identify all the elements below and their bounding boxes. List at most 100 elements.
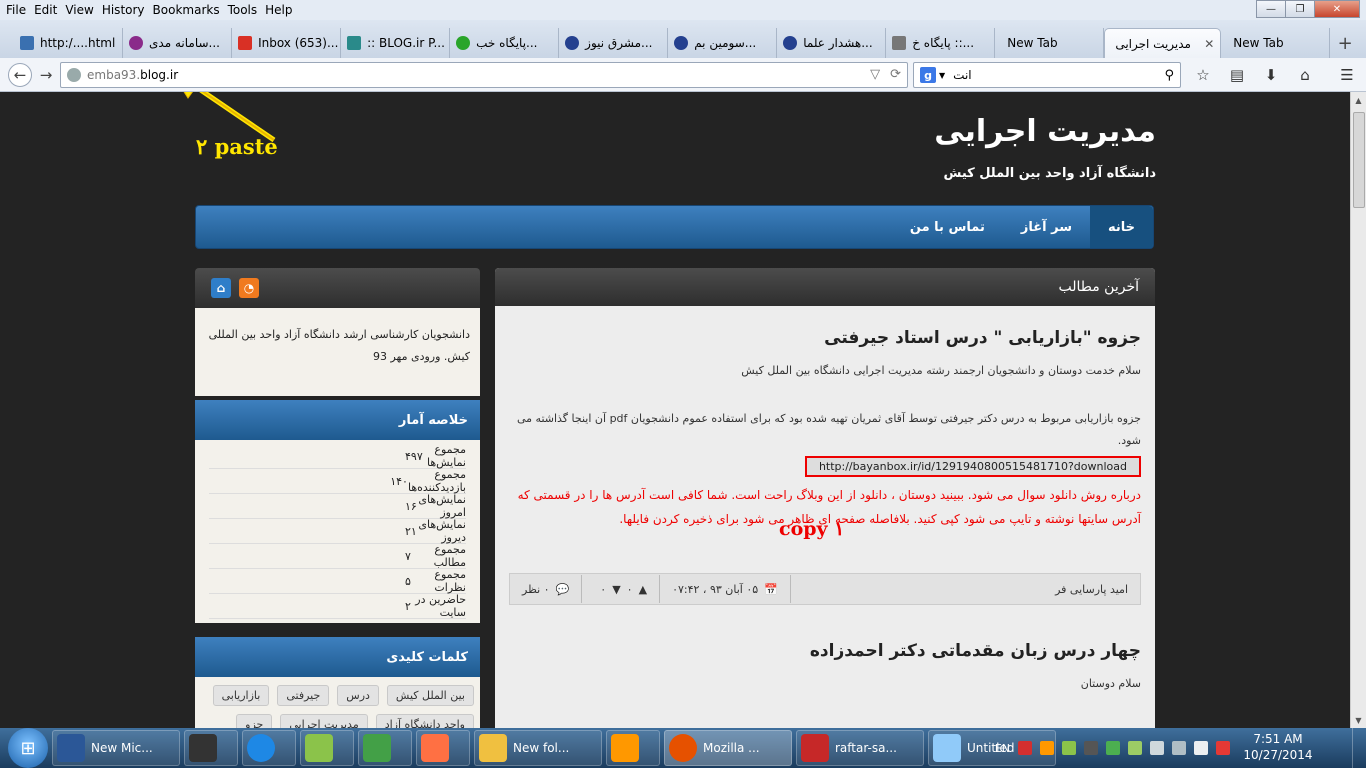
taskbar-wifi[interactable] [358, 730, 412, 766]
scrollbar-thumb[interactable] [1353, 112, 1365, 208]
menu-help[interactable]: Help [261, 3, 296, 17]
tab[interactable]: سومین بم... [668, 28, 778, 58]
tab-active[interactable]: مدیریت اجرایی ✕ [1104, 28, 1222, 58]
clock[interactable]: 7:51 AM 10/27/2014 [1238, 731, 1318, 763]
keyword-tag[interactable]: بین الملل کیش [386, 685, 474, 706]
scroll-up-icon[interactable]: ▲ [1351, 92, 1366, 108]
menu-bookmarks[interactable]: Bookmarks [149, 3, 224, 17]
tray-app-icon[interactable] [1084, 741, 1098, 755]
internet-explorer-icon [247, 734, 275, 762]
home-icon[interactable]: ⌂ [211, 278, 231, 298]
stat-label: مجموع نمایش‌ها [426, 443, 466, 469]
menu-icon[interactable]: ☰ [1334, 63, 1360, 87]
post-greeting: سلام دوستان [1080, 677, 1141, 690]
nav-home[interactable]: خانه [1089, 206, 1153, 248]
url-bar[interactable]: emba93. blog.ir ▽ ⟳ [60, 62, 908, 88]
search-icon[interactable]: ⚲ [1164, 68, 1174, 83]
windows-taskbar: ⊞ New Mic... New fol... Mozilla ... raft… [0, 728, 1366, 768]
tab[interactable]: Inbox (653)... [232, 28, 342, 58]
nav-contact[interactable]: تماس با من [892, 206, 1003, 248]
post-title[interactable]: جزوه "بازاریابی " درس استاد جیرفتی [509, 328, 1141, 348]
close-button[interactable]: ✕ [1314, 0, 1360, 18]
language-indicator[interactable]: EN [995, 742, 1010, 755]
taskbar-word[interactable]: New Mic... [52, 730, 180, 766]
download-icon[interactable]: ⬇ [1258, 63, 1284, 87]
flag-icon[interactable] [1216, 741, 1230, 755]
tab-favicon-icon [456, 36, 471, 50]
post-author[interactable]: امید پارسایی فر [1055, 583, 1128, 596]
tray-app-icon[interactable] [1128, 741, 1142, 755]
tab[interactable]: :: BLOG.ir P... [341, 28, 451, 58]
tab[interactable]: New Tab [995, 28, 1105, 58]
taskbar-kmplayer[interactable] [184, 730, 238, 766]
keyword-tag[interactable]: درس [337, 685, 379, 706]
maximize-button[interactable]: ❐ [1285, 0, 1315, 18]
tab[interactable]: سامانه مدی... [123, 28, 233, 58]
menu-history[interactable]: History [98, 3, 149, 17]
minimize-button[interactable]: — [1256, 0, 1286, 18]
nav-start[interactable]: سر آغاز [1003, 206, 1090, 248]
rss-icon[interactable]: ◔ [239, 278, 259, 298]
webpage: مدیریت اجرایی دانشگاه آزاد واحد بین المل… [0, 92, 1350, 728]
tab[interactable]: پایگاه خب... [450, 28, 560, 58]
comment-count[interactable]: ۰ نظر [522, 583, 550, 596]
keyword-tag[interactable]: جزو [236, 714, 273, 728]
network-icon[interactable] [1150, 741, 1164, 755]
close-tab-icon[interactable]: ✕ [1204, 37, 1214, 51]
search-input[interactable]: انت [945, 68, 1164, 82]
menu-tools[interactable]: Tools [224, 3, 262, 17]
tab[interactable]: مشرق نیوز... [559, 28, 669, 58]
down-count: ۰ [600, 582, 607, 596]
blog-description: دانشجویان کارشناسی ارشد دانشگاه آزاد واح… [195, 308, 480, 396]
download-link[interactable]: http://bayanbox.ir/id/129194080051548171… [804, 456, 1141, 477]
menu-file[interactable]: File [2, 3, 30, 17]
page-scrollbar[interactable]: ▲ ▼ [1350, 92, 1366, 728]
stat-value: ۲ [405, 599, 411, 613]
bookmarks-list-icon[interactable]: ▤ [1224, 63, 1250, 87]
firefox-icon [669, 734, 697, 762]
scroll-down-icon[interactable]: ▼ [1351, 712, 1366, 728]
start-button[interactable]: ⊞ [8, 728, 48, 768]
taskbar-app[interactable] [606, 730, 660, 766]
tray-app-icon[interactable] [1062, 741, 1076, 755]
search-bar[interactable]: g ▼ انت ⚲ [913, 62, 1181, 88]
taskbar-ie[interactable] [242, 730, 296, 766]
bookmark-star-icon[interactable]: ☆ [1190, 63, 1216, 87]
home-icon[interactable]: ⌂ [1292, 63, 1318, 87]
google-icon[interactable]: g [920, 67, 936, 83]
volume-icon[interactable] [1194, 741, 1208, 755]
taskbar-pdf[interactable]: raftar-sa... [796, 730, 924, 766]
keyword-tag[interactable]: جیرفتی [277, 685, 330, 706]
keyword-tag[interactable]: واحد دانشگاه آزاد [375, 714, 474, 728]
forward-button[interactable]: → [34, 63, 58, 87]
tray-app-icon[interactable] [1172, 741, 1186, 755]
back-button[interactable]: ← [8, 62, 32, 87]
tab[interactable]: http:/....html [14, 28, 124, 58]
tab[interactable]: پایگاه خ ::... [886, 28, 996, 58]
dropdown-icon[interactable]: ▽ [870, 67, 880, 82]
post-title[interactable]: چهار درس زبان مقدماتی دکتر احمدزاده [509, 641, 1141, 661]
tray-app-icon[interactable] [1018, 741, 1032, 755]
tray-app-icon[interactable] [1106, 741, 1120, 755]
tab-favicon-icon [674, 36, 689, 50]
keywords-heading: کلمات کلیدی [195, 637, 480, 677]
taskbar-media[interactable] [416, 730, 470, 766]
thumb-up-icon[interactable]: ▲ [639, 583, 647, 596]
taskbar-app[interactable] [300, 730, 354, 766]
thumb-down-icon[interactable]: ▼ [612, 583, 620, 596]
taskbar-firefox[interactable]: Mozilla ... [664, 730, 792, 766]
keyword-tag[interactable]: بازاریابی [212, 685, 270, 706]
taskbar-label: raftar-sa... [835, 741, 897, 755]
menu-edit[interactable]: Edit [30, 3, 61, 17]
tab[interactable]: New Tab [1221, 28, 1331, 58]
tab[interactable]: هشدار علما... [777, 28, 887, 58]
keyword-tag[interactable]: مدیریت اجرایی [280, 714, 368, 728]
show-desktop-button[interactable] [1352, 728, 1366, 768]
taskbar-folder[interactable]: New fol... [474, 730, 602, 766]
tray-app-icon[interactable] [1040, 741, 1054, 755]
site-title[interactable]: مدیریت اجرایی [934, 114, 1156, 149]
new-tab-button[interactable]: + [1330, 28, 1360, 58]
menu-view[interactable]: View [61, 3, 97, 17]
post-greeting: سلام خدمت دوستان و دانشجویان ارجمند رشته… [741, 364, 1141, 377]
reload-icon[interactable]: ⟳ [890, 67, 901, 82]
